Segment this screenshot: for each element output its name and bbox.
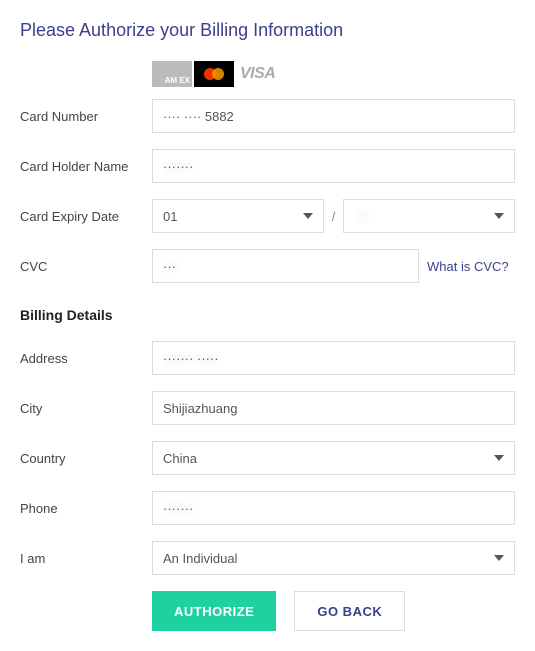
card-holder-label: Card Holder Name <box>20 159 152 174</box>
expiry-month-select[interactable]: 01 <box>152 199 324 233</box>
expiry-label: Card Expiry Date <box>20 209 152 224</box>
country-label: Country <box>20 451 152 466</box>
cvc-help-link[interactable]: What is CVC? <box>427 259 509 274</box>
authorize-button[interactable]: AUTHORIZE <box>152 591 276 631</box>
mastercard-icon <box>194 61 234 87</box>
cvc-label: CVC <box>20 259 152 274</box>
address-label: Address <box>20 351 152 366</box>
expiry-year-select[interactable]: ···· <box>343 199 515 233</box>
expiry-separator: / <box>332 209 336 224</box>
iam-label: I am <box>20 551 152 566</box>
card-number-input[interactable] <box>152 99 515 133</box>
phone-input[interactable] <box>152 491 515 525</box>
billing-section-title: Billing Details <box>20 307 515 323</box>
visa-icon: VISA <box>236 65 275 83</box>
card-holder-input[interactable] <box>152 149 515 183</box>
amex-icon: AM EX <box>152 61 192 87</box>
go-back-button[interactable]: GO BACK <box>294 591 405 631</box>
city-input[interactable] <box>152 391 515 425</box>
card-number-label: Card Number <box>20 109 152 124</box>
card-logos: AM EX VISA <box>152 61 515 87</box>
iam-select[interactable]: An Individual <box>152 541 515 575</box>
page-title: Please Authorize your Billing Informatio… <box>20 20 515 41</box>
address-input[interactable] <box>152 341 515 375</box>
country-select[interactable]: China <box>152 441 515 475</box>
cvc-input[interactable] <box>152 249 419 283</box>
city-label: City <box>20 401 152 416</box>
phone-label: Phone <box>20 501 152 516</box>
